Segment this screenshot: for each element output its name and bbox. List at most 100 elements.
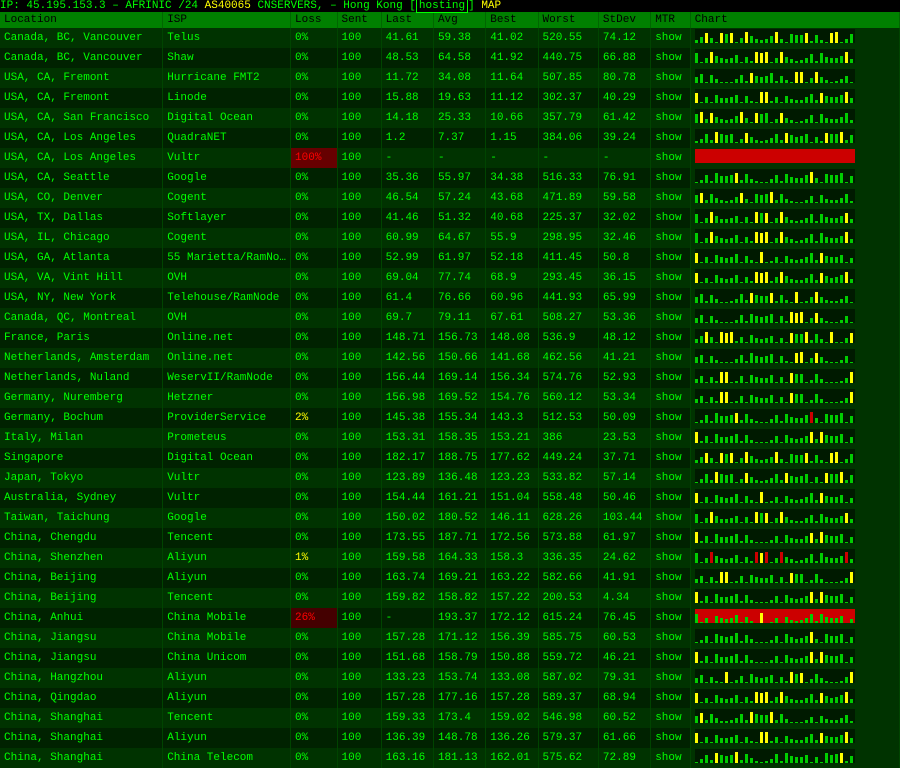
cell-chart (690, 28, 899, 48)
cell-stdev: 48.12 (598, 328, 650, 348)
cell-mtr[interactable]: show (651, 608, 691, 628)
cell-isp: Prometeus (163, 428, 291, 448)
cell-avg: 169.52 (433, 388, 485, 408)
cell-avg: 76.66 (433, 288, 485, 308)
cell-loss: 100% (291, 148, 337, 168)
cell-last: 69.7 (381, 308, 433, 328)
cell-stdev: 36.15 (598, 268, 650, 288)
cell-best: 163.22 (486, 568, 538, 588)
cell-location: China, Chengdu (0, 528, 163, 548)
table-row: China, Hangzhou Aliyun 0% 100 133.23 153… (0, 668, 900, 688)
cell-mtr[interactable]: show (651, 588, 691, 608)
cell-mtr[interactable]: show (651, 688, 691, 708)
table-row: USA, GA, Atlanta 55 Marietta/RamNode 0% … (0, 248, 900, 268)
cell-best: 60.96 (486, 288, 538, 308)
cell-mtr[interactable]: show (651, 268, 691, 288)
cell-worst: 587.02 (538, 668, 598, 688)
cell-sent: 100 (337, 268, 381, 288)
cell-last: 156.44 (381, 368, 433, 388)
cell-last: - (381, 608, 433, 628)
cell-mtr[interactable]: show (651, 208, 691, 228)
table-row: China, Anhui China Mobile 26% 100 - 193.… (0, 608, 900, 628)
table-row: Netherlands, Amsterdam Online.net 0% 100… (0, 348, 900, 368)
cell-avg: 169.14 (433, 368, 485, 388)
cell-worst: - (538, 148, 598, 168)
cell-worst: 560.12 (538, 388, 598, 408)
cell-mtr[interactable]: show (651, 188, 691, 208)
cell-mtr[interactable]: show (651, 488, 691, 508)
cell-mtr[interactable]: show (651, 508, 691, 528)
table-row: Singapore Digital Ocean 0% 100 182.17 18… (0, 448, 900, 468)
cell-mtr[interactable]: show (651, 348, 691, 368)
cell-mtr[interactable]: show (651, 288, 691, 308)
cell-mtr[interactable]: show (651, 128, 691, 148)
cell-mtr[interactable]: show (651, 628, 691, 648)
cell-loss: 0% (291, 88, 337, 108)
cell-isp: Tencent (163, 588, 291, 608)
cell-mtr[interactable]: show (651, 148, 691, 168)
cell-mtr[interactable]: show (651, 468, 691, 488)
cell-mtr[interactable]: show (651, 668, 691, 688)
cell-mtr[interactable]: show (651, 708, 691, 728)
cell-mtr[interactable]: show (651, 248, 691, 268)
cell-mtr[interactable]: show (651, 168, 691, 188)
cell-mtr[interactable]: show (651, 88, 691, 108)
cell-best: 34.38 (486, 168, 538, 188)
cell-mtr[interactable]: show (651, 68, 691, 88)
cell-loss: 0% (291, 108, 337, 128)
cell-last: 35.36 (381, 168, 433, 188)
cell-mtr[interactable]: show (651, 748, 691, 768)
cell-worst: 302.37 (538, 88, 598, 108)
cell-isp: Google (163, 508, 291, 528)
cell-loss: 0% (291, 728, 337, 748)
cell-loss: 0% (291, 748, 337, 768)
cell-last: 123.89 (381, 468, 433, 488)
cell-loss: 26% (291, 608, 337, 628)
cell-isp: Telehouse/RamNode (163, 288, 291, 308)
cell-mtr[interactable]: show (651, 428, 691, 448)
cell-mtr[interactable]: show (651, 448, 691, 468)
table-row: Australia, Sydney Vultr 0% 100 154.44 16… (0, 488, 900, 508)
cell-sent: 100 (337, 508, 381, 528)
cell-mtr[interactable]: show (651, 228, 691, 248)
cell-mtr[interactable]: show (651, 568, 691, 588)
cell-mtr[interactable]: show (651, 528, 691, 548)
cell-stdev: 52.93 (598, 368, 650, 388)
cell-mtr[interactable]: show (651, 648, 691, 668)
cell-loss: 0% (291, 288, 337, 308)
cell-chart (690, 608, 899, 628)
cell-mtr[interactable]: show (651, 28, 691, 48)
cell-loss: 0% (291, 448, 337, 468)
cell-worst: 615.24 (538, 608, 598, 628)
col-header-best: Best (486, 12, 538, 28)
cell-location: USA, CA, Seattle (0, 168, 163, 188)
cell-best: 157.22 (486, 588, 538, 608)
cell-mtr[interactable]: show (651, 308, 691, 328)
cell-avg: 136.48 (433, 468, 485, 488)
cell-last: 142.56 (381, 348, 433, 368)
cell-avg: 64.67 (433, 228, 485, 248)
cell-best: 172.12 (486, 608, 538, 628)
cell-mtr[interactable]: show (651, 548, 691, 568)
cell-last: 60.99 (381, 228, 433, 248)
cell-sent: 100 (337, 28, 381, 48)
cell-mtr[interactable]: show (651, 108, 691, 128)
cell-mtr[interactable]: show (651, 388, 691, 408)
cell-location: Italy, Milan (0, 428, 163, 448)
cell-loss: 0% (291, 308, 337, 328)
cell-avg: 155.34 (433, 408, 485, 428)
cell-chart (690, 668, 899, 688)
cell-mtr[interactable]: show (651, 328, 691, 348)
cell-mtr[interactable]: show (651, 408, 691, 428)
cell-chart (690, 388, 899, 408)
cell-worst: 546.98 (538, 708, 598, 728)
cell-location: Germany, Bochum (0, 408, 163, 428)
cell-mtr[interactable]: show (651, 728, 691, 748)
cell-mtr[interactable]: show (651, 48, 691, 68)
table-row: USA, NY, New York Telehouse/RamNode 0% 1… (0, 288, 900, 308)
cell-best: 11.12 (486, 88, 538, 108)
cell-worst: 520.55 (538, 28, 598, 48)
cell-location: Japan, Tokyo (0, 468, 163, 488)
table-row: USA, CA, Los Angeles Vultr 100% 100 - - … (0, 148, 900, 168)
cell-mtr[interactable]: show (651, 368, 691, 388)
